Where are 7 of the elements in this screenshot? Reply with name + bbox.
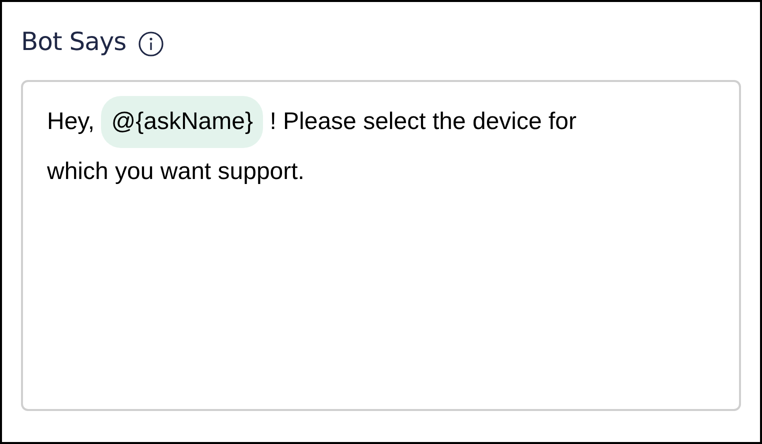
message-text: which you want support. xyxy=(47,158,304,185)
info-icon[interactable] xyxy=(138,31,164,57)
message-text: ! Please select the device for xyxy=(270,108,577,135)
variable-chip: @{askName} xyxy=(101,96,264,148)
message-box[interactable]: Hey, @{askName} ! Please select the device for which you want support. xyxy=(21,80,741,411)
message-text: Hey, xyxy=(47,108,95,135)
section-title: Bot Says xyxy=(21,26,126,58)
